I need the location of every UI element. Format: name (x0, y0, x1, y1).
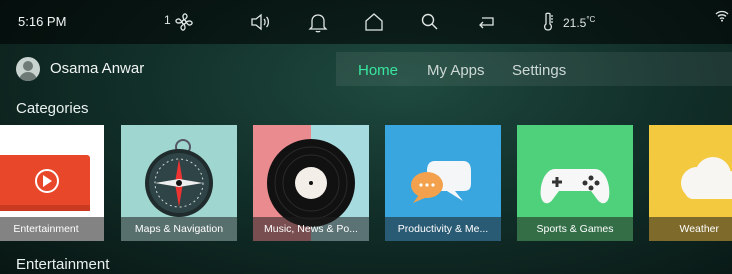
category-label: Productivity & Me... (385, 217, 501, 241)
category-label: Music, News & Po... (253, 217, 369, 241)
category-label: Entertainment (0, 217, 104, 241)
category-card-sports-games[interactable]: Sports & Games (517, 125, 633, 241)
nav-tabs: Home My Apps Settings (336, 52, 732, 86)
category-card-maps-navigation[interactable]: Maps & Navigation (121, 125, 237, 241)
volume-icon[interactable] (248, 10, 272, 34)
status-bar: 5:16 PM 1 21.5°C (0, 0, 732, 44)
thermometer-icon (544, 12, 553, 31)
bell-icon[interactable] (306, 10, 330, 34)
fan-level: 1 (164, 13, 171, 27)
category-label: Weather (649, 217, 732, 241)
tab-home[interactable]: Home (358, 62, 398, 79)
category-card-music-news[interactable]: Music, News & Po... (253, 125, 369, 241)
tab-my-apps[interactable]: My Apps (427, 62, 485, 79)
wifi-icon (715, 10, 729, 22)
search-icon[interactable] (418, 10, 442, 34)
temperature-readout: 21.5°C (563, 15, 596, 30)
return-icon[interactable] (474, 10, 498, 34)
clock: 5:16 PM (18, 14, 67, 29)
category-label: Maps & Navigation (121, 217, 237, 241)
category-card-entertainment[interactable]: Entertainment (0, 125, 104, 241)
fan-icon[interactable] (172, 10, 196, 34)
home-icon[interactable] (362, 10, 386, 34)
category-card-weather[interactable]: Weather (649, 125, 732, 241)
entertainment-heading: Entertainment (16, 256, 110, 273)
avatar (16, 57, 40, 81)
categories-heading: Categories (16, 100, 89, 117)
category-carousel: Entertainment Maps & Navigation Music, N… (0, 125, 732, 241)
category-label: Sports & Games (517, 217, 633, 241)
username: Osama Anwar (50, 60, 145, 77)
category-card-productivity[interactable]: Productivity & Me... (385, 125, 501, 241)
tab-settings[interactable]: Settings (512, 62, 566, 79)
